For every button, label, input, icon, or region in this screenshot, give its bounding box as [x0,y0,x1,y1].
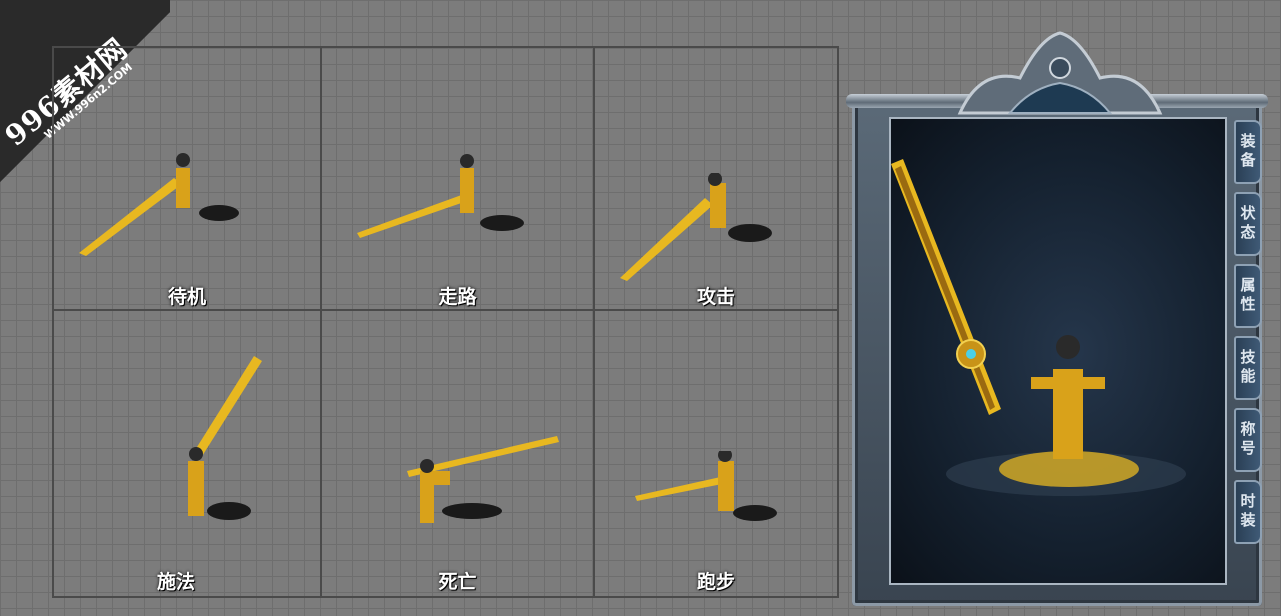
character-walk-sprite [357,154,524,238]
action-cell-attack[interactable]: 攻击 [593,46,839,311]
character-preview [889,117,1227,585]
tab-fashion[interactable]: 时装 [1234,480,1262,544]
action-cell-cast[interactable]: 施法 [52,309,322,598]
character-death-sprite [407,436,559,523]
character-model [891,159,1186,496]
character-tabs: 装备 状态 属性 技能 称号 时装 [1234,120,1266,552]
character-idle-sprite [79,153,239,256]
action-label-run: 跑步 [696,571,735,593]
character-attack-sprite [620,173,772,281]
action-label-attack: 攻击 [696,286,735,308]
character-cast-sprite [188,356,262,520]
tab-attributes[interactable]: 属性 [1234,264,1262,328]
action-label-idle: 待机 [167,286,206,308]
action-cell-idle[interactable]: 待机 [52,46,322,311]
tab-titles[interactable]: 称号 [1234,408,1262,472]
character-run-sprite [635,451,777,521]
action-label-death: 死亡 [438,571,477,593]
tab-status[interactable]: 状态 [1234,192,1262,256]
action-cell-run[interactable]: 跑步 [593,309,839,598]
tab-equipment[interactable]: 装备 [1234,120,1262,184]
tab-skills[interactable]: 技能 [1234,336,1262,400]
action-cell-walk[interactable]: 走路 [320,46,595,311]
action-cell-death[interactable]: 死亡 [320,309,595,598]
window-crown-ornament [957,31,1163,115]
action-label-cast: 施法 [157,571,196,593]
action-label-walk: 走路 [438,286,477,308]
